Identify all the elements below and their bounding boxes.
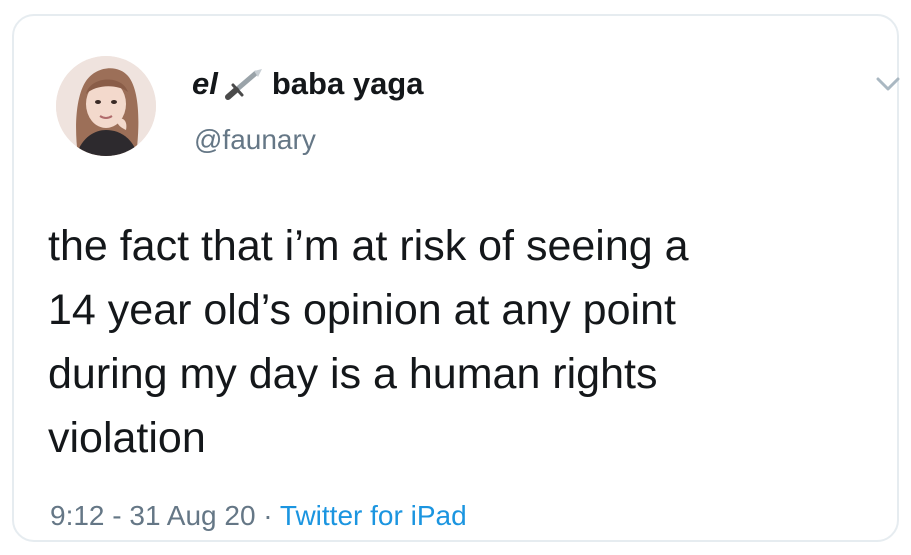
author-handle[interactable]: @faunary	[194, 124, 316, 156]
meta-separator: ·	[255, 500, 280, 531]
tweet-source-link[interactable]: Twitter for iPad	[280, 500, 467, 531]
tweet-card[interactable]: el baba yaga @faunary the fact that i’m …	[12, 14, 902, 542]
tweet-text-line: the fact that i’m at risk of seeing a	[48, 222, 689, 270]
dagger-icon	[224, 69, 262, 100]
tweet-text-line: during my day is a human rights	[48, 350, 658, 398]
tweet-text-line: 14 year old’s opinion at any point	[48, 286, 676, 334]
author-name-main: baba yaga	[271, 66, 424, 101]
author-name-prefix: el	[192, 66, 218, 101]
tweet-text-line: violation	[48, 414, 206, 462]
avatar[interactable]	[56, 56, 156, 156]
chevron-down-icon[interactable]	[874, 74, 902, 94]
tweet-date[interactable]: 31 Aug 20	[129, 500, 255, 531]
tweet-meta: 9:12 - 31 Aug 20 · Twitter for iPad	[50, 500, 467, 532]
tweet-time[interactable]: 9:12	[50, 500, 105, 531]
author-name[interactable]: el baba yaga	[192, 64, 423, 104]
tweet-text: the fact that i’m at risk of seeing a 14…	[48, 214, 888, 470]
meta-dash: -	[104, 500, 130, 531]
avatar-image	[56, 56, 156, 156]
